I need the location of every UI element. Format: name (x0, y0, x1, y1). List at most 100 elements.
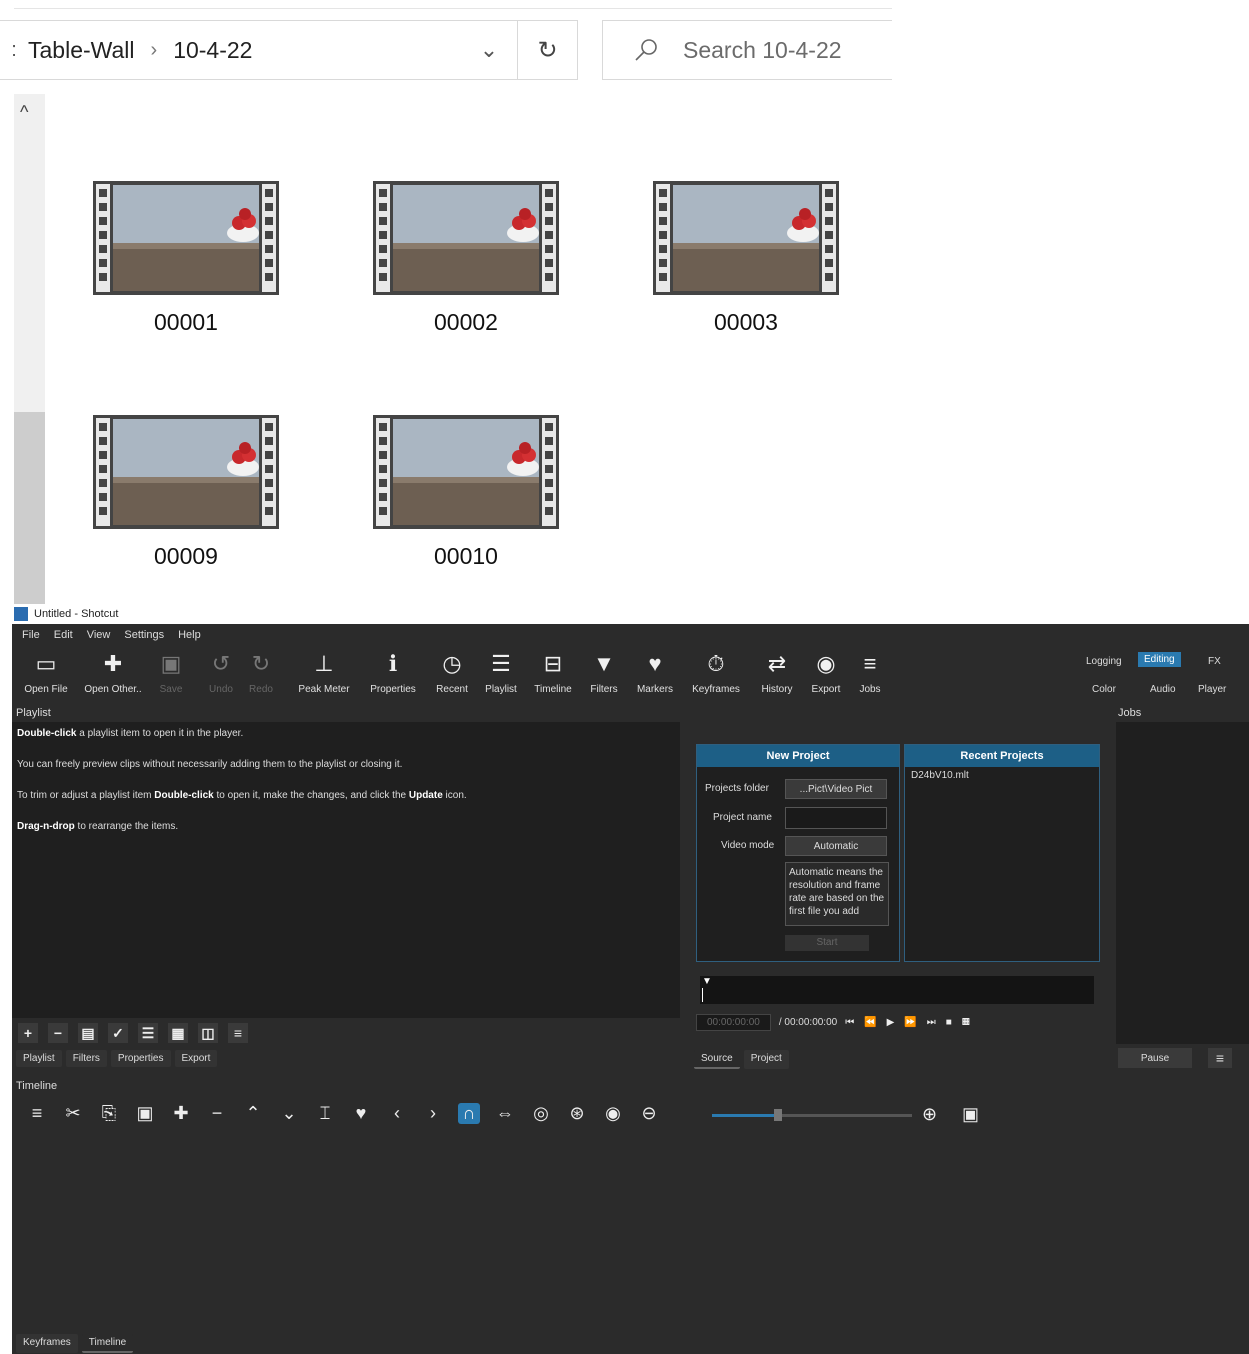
recent-project-item[interactable]: D24bV10.mlt (905, 767, 1099, 784)
remove-icon[interactable]: − (206, 1103, 228, 1124)
zoom-slider[interactable] (712, 1109, 912, 1121)
tab-filters[interactable]: Filters (65, 1050, 107, 1067)
redo-button[interactable]: ↻ Redo (244, 650, 278, 695)
address-bar[interactable]: : Table-Wall › 10-4-22 ⌄ ↻ (0, 20, 578, 80)
file-item[interactable]: 00010 (373, 415, 559, 570)
lift-icon[interactable]: ⌃ (242, 1103, 264, 1124)
markers-button[interactable]: ♥ Markers (632, 650, 678, 695)
file-item[interactable]: 00009 (93, 415, 279, 570)
marker-icon[interactable]: ♥ (350, 1103, 372, 1124)
next-marker-icon[interactable]: › (422, 1103, 444, 1124)
breadcrumb-item[interactable]: Table-Wall (28, 37, 135, 64)
append-icon[interactable]: ✚ (170, 1103, 192, 1124)
snap-icon[interactable]: ∩ (458, 1102, 480, 1124)
layout-editing-button[interactable]: Editing (1138, 652, 1181, 667)
file-name: 00010 (434, 543, 498, 569)
undo-button[interactable]: ↺ Undo (202, 650, 240, 695)
layout-fx-button[interactable]: FX (1202, 654, 1227, 669)
menu-settings[interactable]: Settings (124, 629, 164, 641)
zoom-in-icon[interactable]: ⊕ (922, 1104, 937, 1125)
paste-icon[interactable]: ▣ (134, 1103, 156, 1124)
timeline-icon: ⊟ (543, 651, 563, 676)
menu-edit[interactable]: Edit (54, 629, 73, 641)
zoom-out-icon[interactable]: ⊖ (638, 1103, 660, 1124)
tab-properties[interactable]: Properties (110, 1050, 171, 1067)
layout-player-button[interactable]: Player (1192, 682, 1232, 697)
player-scrubber[interactable]: ▼ (700, 976, 1094, 1004)
breadcrumb-item[interactable]: 10-4-22 (173, 37, 252, 64)
ripple-markers-icon[interactable]: ◉ (602, 1103, 624, 1124)
scrub-icon[interactable]: ⇔ (494, 1103, 516, 1124)
check-icon[interactable]: ✓ (108, 1023, 128, 1043)
open-other-button[interactable]: ✚ Open Other.. (82, 650, 144, 695)
recent-projects-panel: Recent Projects D24bV10.mlt (904, 744, 1100, 962)
layout-logging-button[interactable]: Logging (1080, 654, 1128, 669)
menu-icon[interactable]: ≡ (228, 1023, 248, 1043)
timeline-tracks-area[interactable] (12, 1132, 1249, 1328)
ripple-icon[interactable]: ◎ (530, 1103, 552, 1124)
timeline-button[interactable]: ⊟ Timeline (530, 650, 576, 695)
scrollbar[interactable]: ^ (14, 94, 45, 604)
update-icon[interactable]: ▤ (78, 1023, 98, 1043)
refresh-button[interactable]: ↻ (517, 21, 577, 79)
layout-color-button[interactable]: Color (1086, 682, 1122, 697)
file-item[interactable]: 00002 (373, 181, 559, 336)
add-icon[interactable]: + (18, 1023, 38, 1043)
playlist-panel-title: Playlist (16, 707, 51, 719)
menu-help[interactable]: Help (178, 629, 201, 641)
file-name: 00003 (714, 309, 778, 335)
remove-icon[interactable]: − (48, 1023, 68, 1043)
filters-button[interactable]: ▼ Filters (584, 650, 624, 695)
keyframes-button[interactable]: ⏱ Keyframes (686, 650, 746, 695)
tiles-view-icon[interactable]: ▦ (168, 1023, 188, 1043)
playlist-panel[interactable]: Double-click a playlist item to open it … (12, 722, 680, 1018)
start-button[interactable]: Start (785, 935, 869, 951)
tab-timeline[interactable]: Timeline (81, 1334, 134, 1353)
clock-icon: ◷ (442, 651, 462, 676)
icons-view-icon[interactable]: ◫ (198, 1023, 218, 1043)
peak-meter-button[interactable]: ⊥ Peak Meter (294, 650, 354, 695)
properties-button[interactable]: ℹ Properties (364, 650, 422, 695)
details-view-icon[interactable]: ☰ (138, 1023, 158, 1043)
breadcrumb-overflow[interactable]: : (0, 39, 28, 62)
open-file-button[interactable]: ▭ Open File (22, 650, 70, 695)
transport-controls-icon[interactable]: ⏮⏪▶⏩⏭■▦ (845, 1017, 980, 1028)
projects-folder-button[interactable]: ...Pict\Video Pict (785, 779, 887, 799)
export-button[interactable]: ◉ Export (806, 650, 846, 695)
cut-icon[interactable]: ✂ (62, 1103, 84, 1124)
chevron-up-icon[interactable]: ^ (20, 102, 28, 123)
tab-playlist[interactable]: Playlist (16, 1050, 62, 1067)
previous-marker-icon[interactable]: ‹ (386, 1103, 408, 1124)
project-name-input[interactable] (785, 807, 887, 829)
jobs-menu-icon[interactable]: ≡ (1208, 1048, 1232, 1068)
file-item[interactable]: 00003 (653, 181, 839, 336)
chevron-down-icon[interactable]: ⌄ (475, 37, 503, 63)
tip-text: to open it, make the changes, and click … (213, 790, 409, 801)
menu-file[interactable]: File (22, 629, 40, 641)
pause-button[interactable]: Pause (1118, 1048, 1192, 1068)
jobs-button[interactable]: ≡ Jobs (854, 650, 886, 695)
overwrite-icon[interactable]: ⌄ (278, 1103, 300, 1124)
video-mode-select[interactable]: Automatic (785, 836, 887, 856)
tab-keyframes[interactable]: Keyframes (16, 1334, 78, 1353)
tab-export[interactable]: Export (174, 1050, 218, 1067)
timecode-input[interactable]: 00:00:00:00 (696, 1014, 771, 1031)
recent-button[interactable]: ◷ Recent (430, 650, 474, 695)
zoom-slider-handle[interactable] (774, 1109, 782, 1121)
split-icon[interactable]: ⌶ (314, 1103, 336, 1124)
menu-view[interactable]: View (87, 629, 111, 641)
copy-icon[interactable]: ⎘ (98, 1103, 120, 1124)
ripple-all-icon[interactable]: ⊛ (566, 1103, 588, 1124)
layout-audio-button[interactable]: Audio (1144, 682, 1182, 697)
search-box[interactable]: Search 10-4-22 (602, 20, 892, 80)
redo-icon: ↻ (251, 651, 271, 676)
save-button[interactable]: ▣ Save (152, 650, 190, 695)
scrollbar-thumb[interactable] (14, 412, 45, 604)
tab-source[interactable]: Source (694, 1050, 740, 1069)
file-item[interactable]: 00001 (93, 181, 279, 336)
tab-project[interactable]: Project (743, 1050, 789, 1069)
playlist-button[interactable]: ☰ Playlist (480, 650, 522, 695)
history-button[interactable]: ⇄ History (754, 650, 800, 695)
timeline-menu-icon[interactable]: ≡ (26, 1103, 48, 1124)
zoom-fit-icon[interactable]: ▣ (962, 1104, 979, 1125)
